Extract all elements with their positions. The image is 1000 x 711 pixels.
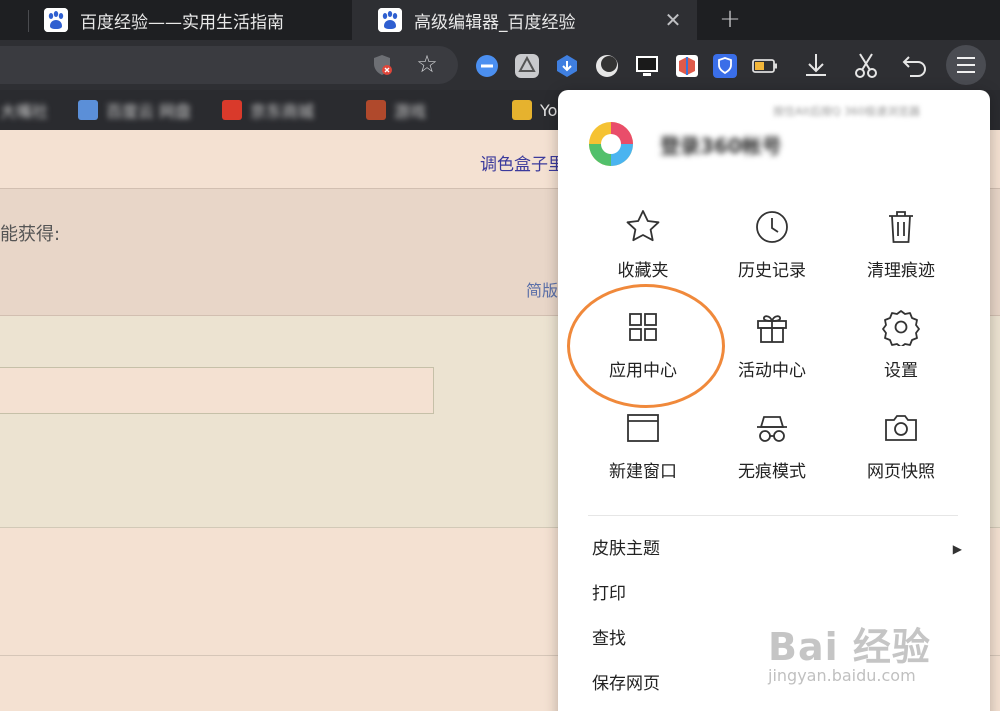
security-shield-icon[interactable] — [370, 53, 394, 77]
settings-item[interactable]: 设置 — [841, 308, 961, 388]
bookmark-star-icon[interactable]: ☆ — [414, 51, 440, 77]
bookmark-item[interactable]: 百度云 网盘 — [78, 97, 191, 123]
new-window-label: 新建窗口 — [609, 462, 677, 482]
moon-extension-icon[interactable] — [594, 53, 620, 79]
baidu-paw-icon — [44, 8, 68, 32]
band-text: 能获得: — [0, 224, 61, 245]
bookmark-item[interactable]: 大嘴社 — [0, 97, 48, 123]
menu-item-label: 皮肤主题 — [592, 539, 660, 559]
shield-extension-icon[interactable] — [712, 53, 738, 79]
page-snapshot-item[interactable]: 网页快照 — [841, 409, 961, 489]
main-menu-button[interactable] — [946, 45, 986, 85]
activity-center-label: 活动中心 — [738, 361, 806, 381]
scissors-icon[interactable] — [851, 50, 881, 80]
bookmark-favicon-icon — [78, 100, 98, 120]
simple-version-link[interactable]: 简版 — [526, 277, 558, 301]
bookmark-item[interactable]: 京东商城 — [222, 97, 314, 123]
bookmark-item[interactable]: Yo — [512, 97, 557, 123]
submenu-arrow-icon: ▶ — [952, 542, 962, 556]
download-icon[interactable] — [801, 50, 831, 80]
new-window-item[interactable]: 新建窗口 — [583, 409, 703, 489]
minus-extension-icon[interactable] — [474, 53, 500, 79]
window-icon — [627, 414, 659, 442]
incognito-label: 无痕模式 — [738, 462, 806, 482]
bookmark-label: 百度云 网盘 — [106, 102, 192, 121]
toolbar: ☆ — [0, 40, 1000, 90]
tab-title: 百度经验——实用生活指南 — [80, 12, 284, 33]
hamburger-icon — [957, 57, 975, 73]
battery-icon[interactable] — [752, 53, 778, 79]
baidu-paw-icon — [378, 8, 402, 32]
bookmark-label: Yo — [540, 100, 558, 120]
clear-traces-label: 清理痕迹 — [867, 261, 935, 281]
page-snapshot-label: 网页快照 — [867, 462, 935, 482]
screen-extension-icon[interactable] — [634, 53, 660, 79]
360-logo-icon — [589, 122, 633, 166]
menu-item-label: 打印 — [592, 584, 626, 604]
favorites-item[interactable]: 收藏夹 — [583, 208, 703, 288]
box-extension-icon[interactable] — [674, 53, 700, 79]
watermark-text: Bai 经验 — [768, 625, 931, 669]
bookmark-label: 游戏 — [394, 102, 427, 121]
tab-strip: 百度经验——实用生活指南 高级编辑器_百度经验 ✕ + — [0, 0, 1000, 40]
bookmark-label: 京东商城 — [250, 102, 315, 121]
watermark-url: jingyan.baidu.com — [768, 666, 916, 685]
gear-icon — [882, 310, 920, 346]
activity-center-item[interactable]: 活动中心 — [712, 308, 832, 388]
account-login[interactable]: 登录360帐号 — [588, 120, 782, 168]
highlight-annotation — [567, 284, 725, 408]
drive-extension-icon[interactable] — [514, 53, 540, 79]
history-item[interactable]: 历史记录 — [712, 208, 832, 288]
account-label: 登录360帐号 — [660, 133, 782, 158]
settings-label: 设置 — [884, 361, 918, 381]
gift-icon — [757, 315, 787, 343]
menu-item-skin-theme[interactable]: 皮肤主题 ▶ — [592, 534, 962, 564]
menu-item-label: 查找 — [592, 629, 626, 649]
bookmark-label: 大嘴社 — [0, 102, 49, 121]
clear-traces-item[interactable]: 清理痕迹 — [841, 208, 961, 288]
undo-icon[interactable] — [900, 50, 930, 80]
tab-advanced-editor[interactable]: 高级编辑器_百度经验 ✕ — [352, 0, 697, 40]
camera-icon — [885, 415, 917, 441]
new-tab-button[interactable]: + — [714, 4, 746, 36]
star-icon — [626, 210, 660, 242]
incognito-icon — [757, 416, 787, 442]
download-extension-icon[interactable] — [554, 53, 580, 79]
clock-icon — [756, 211, 788, 243]
tab-baidu-jingyan[interactable]: 百度经验——实用生活指南 — [30, 0, 352, 40]
favorites-label: 收藏夹 — [617, 261, 669, 281]
trash-icon — [889, 211, 913, 243]
baidu-watermark: Bai 经验 jingyan.baidu.com — [768, 604, 988, 694]
video-camera-icon — [512, 100, 532, 120]
title-input[interactable] — [0, 367, 434, 414]
tab-title: 高级编辑器_百度经验 — [414, 12, 576, 33]
menu-item-label: 保存网页 — [592, 674, 660, 694]
bookmark-favicon-icon — [366, 100, 386, 120]
incognito-item[interactable]: 无痕模式 — [712, 409, 832, 489]
address-bar[interactable]: ☆ — [0, 46, 458, 84]
history-label: 历史记录 — [738, 261, 806, 281]
color-box-link[interactable]: 调色盒子里 — [480, 150, 565, 175]
shortcut-hint: 按住Alt后按Q 360极速浏览器 — [773, 105, 921, 118]
close-tab-icon[interactable]: ✕ — [661, 8, 685, 32]
bookmark-favicon-icon — [222, 100, 242, 120]
menu-divider — [588, 515, 958, 516]
bookmark-item[interactable]: 游戏 — [366, 97, 426, 123]
tab-separator — [28, 10, 29, 32]
